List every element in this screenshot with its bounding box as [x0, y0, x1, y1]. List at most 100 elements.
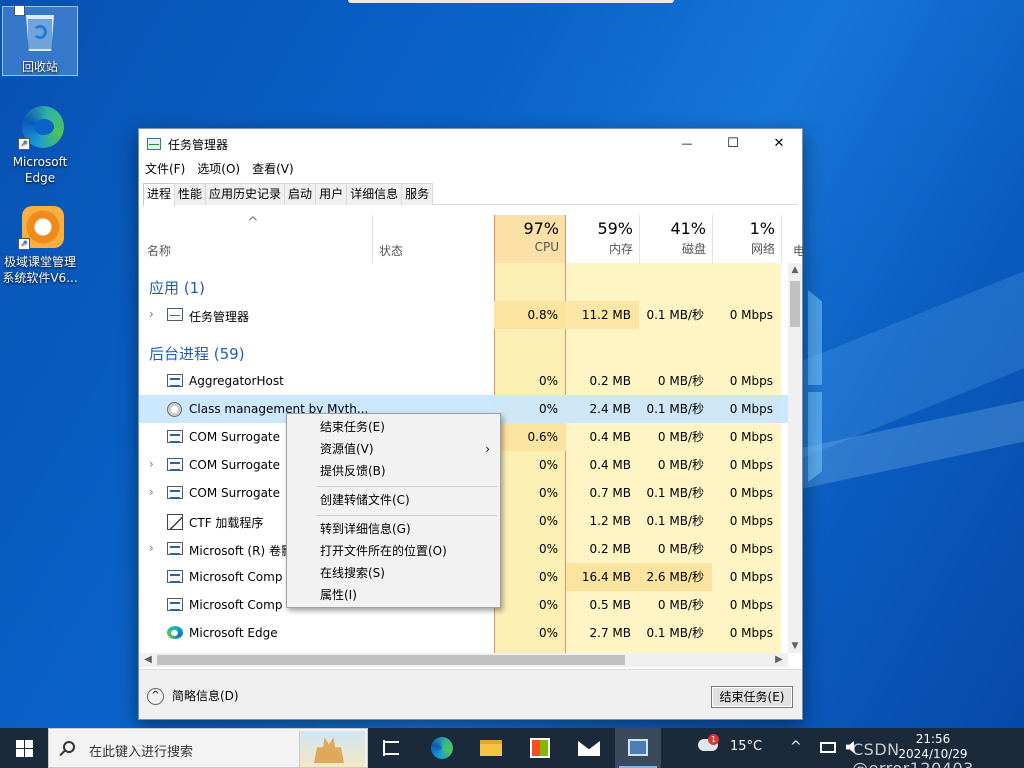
network-value: 0 Mbps	[729, 486, 773, 500]
minimize-button[interactable]: —	[664, 129, 710, 159]
tab-users[interactable]: 用户	[315, 183, 348, 205]
scroll-down-icon[interactable]: ▼	[788, 639, 802, 653]
app-window-icon	[167, 430, 183, 443]
memory-value: 0.7 MB	[589, 486, 631, 500]
title-bar[interactable]: 任务管理器 — ☐ ✕	[139, 129, 802, 159]
mail-icon	[578, 741, 600, 756]
classroom-management-icon: ↗	[16, 204, 64, 252]
column-header-row: ^ 名称 状态 97% CPU 59% 内存 41% 磁盘 1% 网络 电	[139, 215, 805, 263]
menu-view[interactable]: 查看(V)	[246, 159, 300, 179]
memory-value: 1.2 MB	[589, 514, 631, 528]
task-view-button[interactable]	[370, 728, 416, 768]
vertical-scrollbar[interactable]: ▲ ▼	[788, 263, 802, 653]
top-edge-bar	[348, 0, 674, 3]
app-window-icon	[167, 486, 183, 499]
column-cpu[interactable]: 97% CPU	[494, 215, 566, 263]
desktop-icon-label: 极域课堂管理系统软件V6...	[2, 255, 78, 285]
network-value: 0 Mbps	[729, 374, 773, 388]
desktop-icon-edge[interactable]: ↗ Microsoft Edge	[2, 104, 78, 186]
close-button[interactable]: ✕	[756, 129, 802, 159]
scroll-right-icon[interactable]: ▶	[772, 653, 786, 667]
taskbar-task-manager-button[interactable]	[615, 728, 661, 768]
menu-item-feedback[interactable]: 提供反馈(B)	[287, 460, 500, 482]
menu-file[interactable]: 文件(F)	[139, 159, 191, 179]
weather-alert-badge: 1	[708, 734, 719, 745]
desktop-icon-recycle-bin[interactable]: 回收站	[2, 5, 78, 76]
weather-widget[interactable]: 1 15°C	[698, 734, 764, 762]
file-explorer-icon	[480, 740, 502, 756]
scroll-up-icon[interactable]: ▲	[788, 263, 802, 277]
process-name: 任务管理器	[189, 310, 250, 324]
menu-item-search-online[interactable]: 在线搜索(S)	[287, 562, 500, 584]
menu-item-resource-values[interactable]: 资源值(V) ›	[287, 438, 500, 460]
tab-details[interactable]: 详细信息	[346, 183, 403, 205]
network-value: 0 Mbps	[729, 308, 773, 322]
memory-value: 0.5 MB	[589, 598, 631, 612]
menu-item-end-task[interactable]: 结束任务(E)	[287, 416, 500, 438]
window-title: 任务管理器	[168, 138, 229, 152]
process-name: Microsoft Comp	[189, 570, 283, 584]
search-icon	[63, 741, 75, 753]
tray-overflow-chevron-icon[interactable]: ^	[790, 739, 802, 755]
network-value: 0 Mbps	[729, 626, 773, 640]
menu-item-create-dump[interactable]: 创建转储文件(C)	[287, 489, 500, 511]
disk-value: 0.1 MB/秒	[639, 395, 712, 423]
tab-app-history[interactable]: 应用历史记录	[205, 183, 286, 205]
menu-item-open-file-location[interactable]: 打开文件所在的位置(O)	[287, 540, 500, 562]
network-value: 0 Mbps	[729, 570, 773, 584]
scroll-thumb[interactable]	[790, 281, 800, 327]
task-manager-icon	[167, 308, 183, 321]
network-icon[interactable]	[820, 742, 836, 753]
scroll-thumb[interactable]	[157, 655, 625, 665]
table-row[interactable]: › 任务管理器 0.8% 11.2 MB 0.1 MB/秒 0 Mbps	[139, 301, 788, 329]
footer-bar: ^ 简略信息(D) 结束任务(E)	[139, 669, 802, 719]
edge-icon	[431, 737, 453, 759]
expand-chevron-icon[interactable]: ›	[149, 457, 154, 471]
start-button[interactable]	[0, 728, 48, 768]
cpu-value: 0%	[494, 395, 566, 423]
tab-startup[interactable]: 启动	[284, 183, 317, 205]
column-power[interactable]: 电	[793, 242, 805, 259]
taskbar-search-box[interactable]: 在此键入进行搜索	[48, 728, 368, 768]
cpu-value: 0.8%	[494, 301, 566, 329]
column-name[interactable]: 名称	[147, 242, 171, 259]
process-name: COM Surrogate	[189, 458, 281, 472]
column-status[interactable]: 状态	[379, 242, 403, 259]
taskbar-explorer-button[interactable]	[468, 728, 514, 768]
tab-performance[interactable]: 性能	[174, 183, 207, 205]
desktop-icon-classroom[interactable]: ↗ 极域课堂管理系统软件V6...	[0, 204, 80, 286]
disk-value: 2.6 MB/秒	[639, 563, 712, 591]
memory-value: 0.2 MB	[589, 374, 631, 388]
menu-item-properties[interactable]: 属性(I)	[287, 584, 500, 606]
end-task-button[interactable]: 结束任务(E)	[711, 686, 793, 708]
scroll-left-icon[interactable]: ◀	[141, 653, 155, 667]
taskbar-store-button[interactable]	[517, 728, 563, 768]
disk-value: 0.1 MB/秒	[646, 308, 704, 322]
taskbar-edge-button[interactable]	[419, 728, 465, 768]
disk-value: 0 MB/秒	[657, 598, 704, 612]
maximize-button[interactable]: ☐	[710, 129, 756, 159]
menu-options[interactable]: 选项(O)	[191, 159, 246, 179]
table-row[interactable]: Microsoft Edge 0% 2.7 MB 0.1 MB/秒 0 Mbps	[139, 619, 788, 647]
process-name: COM Surrogate	[189, 486, 281, 500]
memory-value: 11.2 MB	[566, 301, 639, 329]
menu-item-go-to-details[interactable]: 转到详细信息(G)	[287, 518, 500, 540]
column-memory[interactable]: 59% 内存	[566, 215, 639, 263]
brief-info-toggle[interactable]: ^ 简略信息(D)	[147, 687, 239, 705]
expand-chevron-icon[interactable]: ›	[149, 485, 154, 499]
process-name: Microsoft Comp	[189, 598, 283, 612]
horizontal-scrollbar[interactable]: ◀ ▶	[139, 653, 788, 667]
cpu-value: 0%	[538, 486, 558, 500]
column-disk[interactable]: 41% 磁盘	[639, 215, 712, 263]
tab-services[interactable]: 服务	[401, 183, 434, 205]
taskbar-mail-button[interactable]	[566, 728, 612, 768]
expand-chevron-icon[interactable]: ›	[149, 307, 154, 321]
expand-chevron-icon[interactable]: ›	[149, 541, 154, 555]
column-network[interactable]: 1% 网络	[712, 215, 781, 263]
process-name: Microsoft (R) 卷影	[189, 544, 293, 558]
desktop-icon-label: Microsoft Edge	[12, 155, 68, 185]
network-value: 0 Mbps	[729, 430, 773, 444]
tab-processes[interactable]: 进程	[143, 183, 176, 206]
process-name: Microsoft Edge	[189, 626, 278, 640]
table-row[interactable]: AggregatorHost 0% 0.2 MB 0 MB/秒 0 Mbps	[139, 367, 788, 395]
